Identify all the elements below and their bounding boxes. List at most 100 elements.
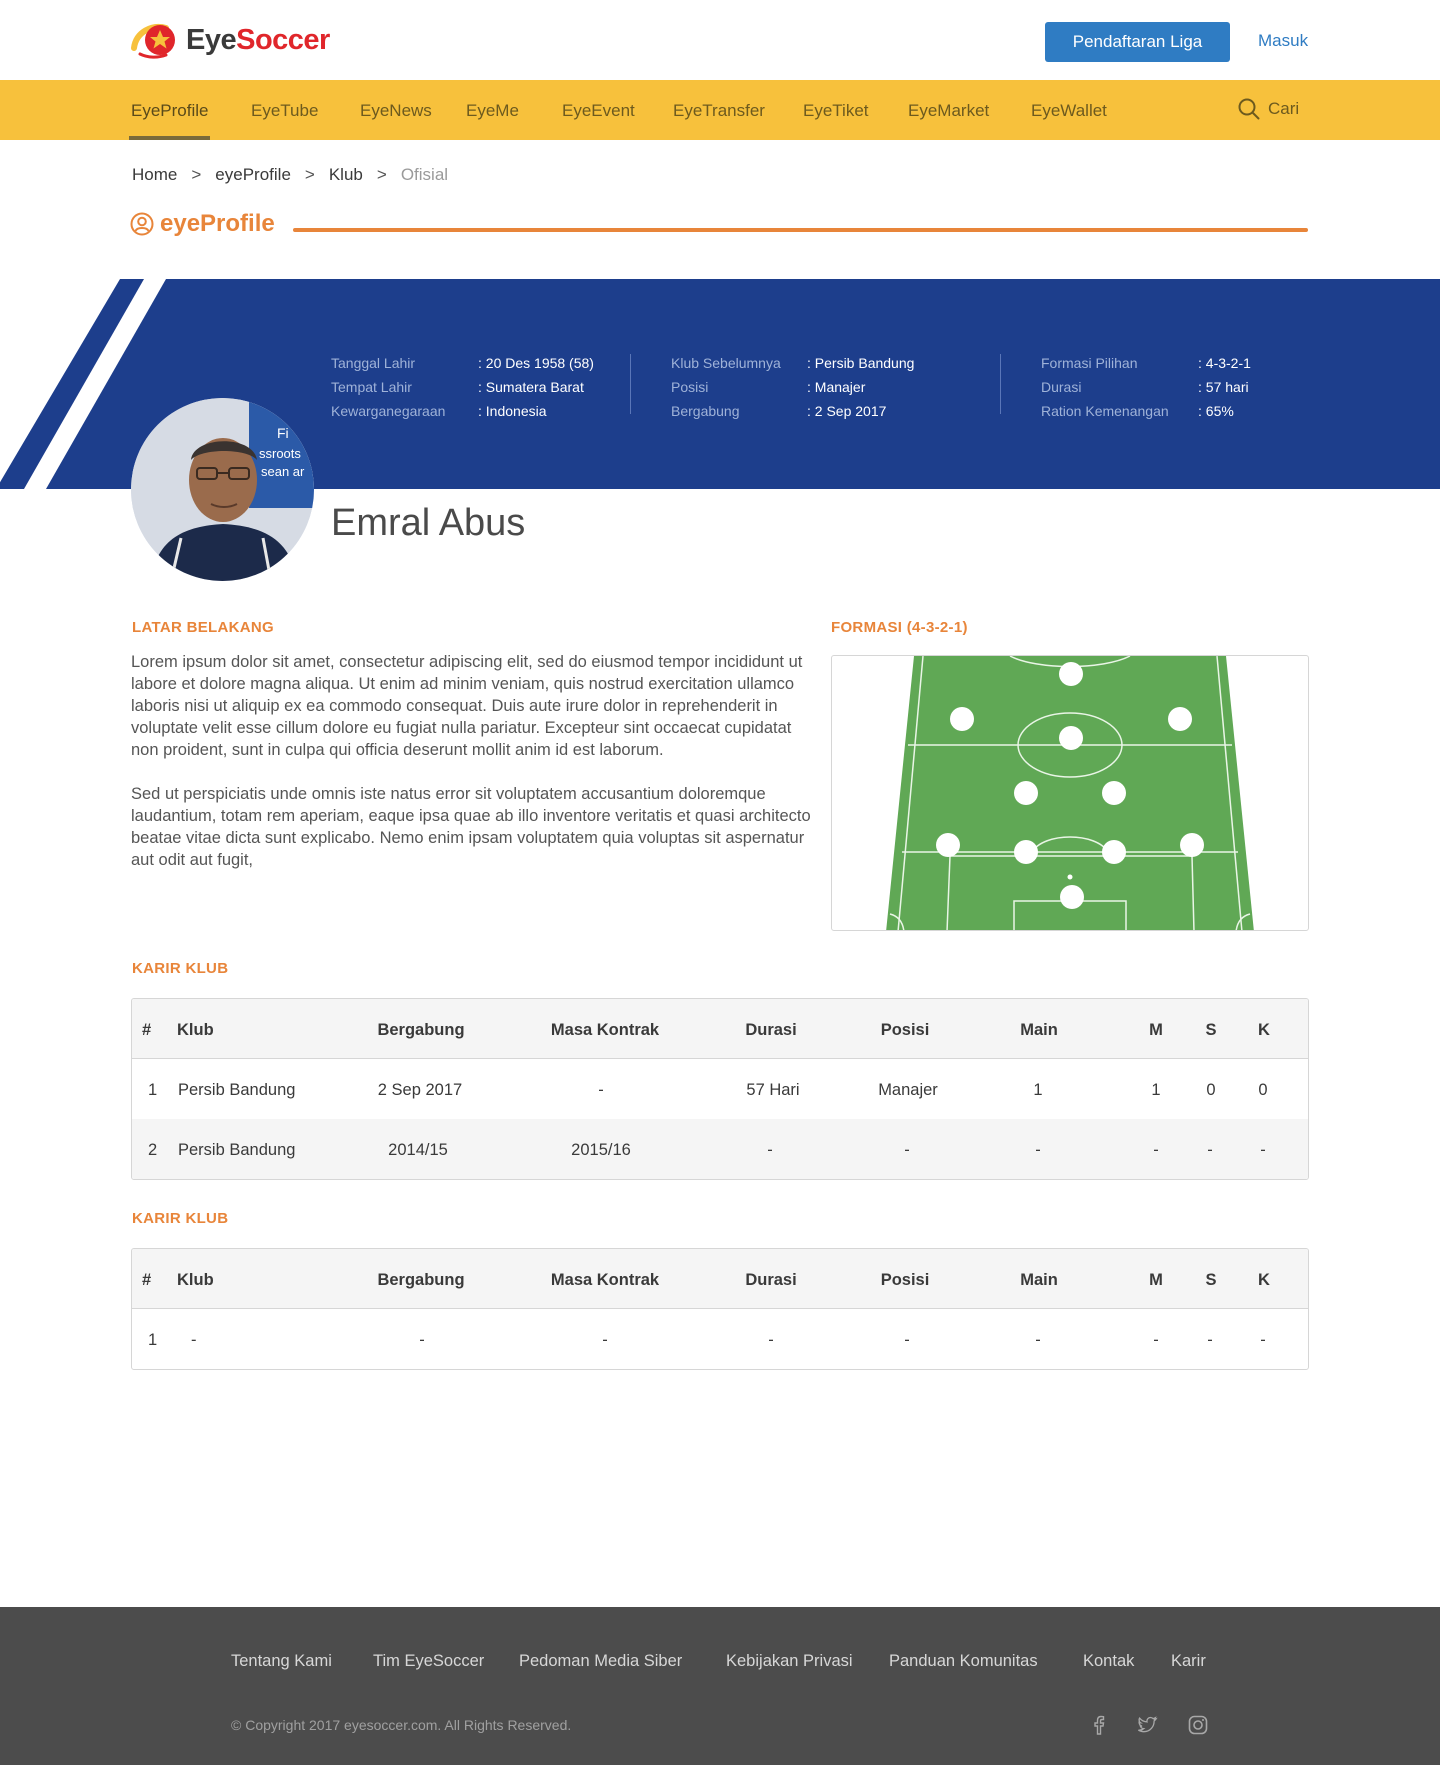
table-cell: - <box>768 1331 774 1349</box>
info-label: Klub Sebelumnya <box>671 355 781 371</box>
player-marker <box>1059 662 1083 686</box>
table-cell: - <box>419 1331 425 1349</box>
table-cell: 1 <box>1033 1081 1043 1099</box>
breadcrumb-separator: > <box>304 165 315 184</box>
section-title-text: eyeProfile <box>160 210 275 237</box>
section-title-underline <box>293 228 1308 232</box>
info-label: Tanggal Lahir <box>331 355 416 371</box>
footer: Tentang Kami Tim EyeSoccer Pedoman Media… <box>0 1607 1440 1765</box>
search-icon <box>1238 98 1260 120</box>
column-header: K <box>1258 1021 1270 1039</box>
breadcrumb-home[interactable]: Home <box>132 165 177 185</box>
table-cell: 1 <box>1151 1081 1161 1099</box>
formation-heading: FORMASI (4-3-2-1) <box>831 619 968 636</box>
info-label: Ration Kemenangan <box>1041 403 1169 419</box>
table-cell: - <box>1153 1331 1159 1349</box>
nav-eyetransfer[interactable]: EyeTransfer <box>673 80 765 140</box>
nav-eyewallet[interactable]: EyeWallet <box>1031 80 1107 140</box>
table-cell: - <box>1260 1331 1266 1349</box>
main-navigation: EyeProfile EyeTube EyeNews EyeMe EyeEven… <box>0 80 1440 140</box>
footer-link-panduan-komunitas[interactable]: Panduan Komunitas <box>889 1652 1038 1671</box>
nav-eyeprofile[interactable]: EyeProfile <box>128 80 211 140</box>
section-title: eyeProfile <box>130 210 275 238</box>
column-header: Posisi <box>880 1021 930 1039</box>
info-value: : 4-3-2-1 <box>1198 355 1251 371</box>
column-header: Klub <box>177 1021 214 1039</box>
nav-eyeevent[interactable]: EyeEvent <box>562 80 635 140</box>
column-header: Masa Kontrak <box>550 1021 660 1039</box>
table-cell: 0 <box>1258 1081 1268 1099</box>
background-paragraph: Sed ut perspiciatis unde omnis iste natu… <box>131 785 811 869</box>
footer-link-pedoman-media-siber[interactable]: Pedoman Media Siber <box>519 1652 682 1671</box>
info-row: Kewarganegaraan : Indonesia <box>331 399 594 423</box>
footer-link-tentang-kami[interactable]: Tentang Kami <box>231 1652 332 1671</box>
instagram-icon[interactable] <box>1186 1713 1210 1737</box>
table-row: 2 Persib Bandung 2014/15 2015/16 - - - -… <box>132 1119 1308 1179</box>
breadcrumb-klub[interactable]: Klub <box>329 165 363 185</box>
info-row: Ration Kemenangan : 65% <box>1041 399 1251 423</box>
nav-eyemarket[interactable]: EyeMarket <box>908 80 989 140</box>
league-registration-button[interactable]: Pendaftaran Liga <box>1045 22 1230 62</box>
search-label: Cari <box>1268 99 1300 118</box>
formation-pitch <box>831 655 1309 931</box>
login-link[interactable]: Masuk <box>1258 31 1308 51</box>
breadcrumb-eyeprofile[interactable]: eyeProfile <box>215 165 291 185</box>
info-value: : 20 Des 1958 (58) <box>478 355 594 371</box>
column-header: Bergabung <box>377 1271 465 1289</box>
table-cell: - <box>904 1331 910 1349</box>
top-header: EyeSoccer Pendaftaran Liga Masuk <box>0 0 1440 80</box>
footer-link-karir[interactable]: Karir <box>1171 1652 1206 1671</box>
table-cell: - <box>1035 1141 1041 1159</box>
footer-link-kontak[interactable]: Kontak <box>1083 1652 1134 1671</box>
career-heading: KARIR KLUB <box>132 1210 229 1227</box>
user-circle-icon <box>130 212 154 236</box>
column-header: S <box>1205 1271 1217 1289</box>
table-cell: 2015/16 <box>571 1141 631 1159</box>
info-divider <box>630 354 631 414</box>
info-value: : 2 Sep 2017 <box>807 403 887 419</box>
table-header-row: # Klub Bergabung Masa Kontrak Durasi Pos… <box>132 1249 1308 1309</box>
table-cell: - <box>602 1331 608 1349</box>
table-cell: 1 <box>148 1331 158 1349</box>
breadcrumb-separator: > <box>191 165 202 184</box>
footer-link-tim-eyesoccer[interactable]: Tim EyeSoccer <box>373 1652 484 1671</box>
nav-eyenews[interactable]: EyeNews <box>360 80 432 140</box>
table-cell: - <box>767 1141 773 1159</box>
table-cell: - <box>1153 1141 1159 1159</box>
soccer-ball-logo-icon <box>130 18 184 62</box>
column-header: Main <box>1020 1021 1058 1039</box>
table-cell: - <box>904 1141 910 1159</box>
nav-eyetube[interactable]: EyeTube <box>251 80 318 140</box>
info-row: Tempat Lahir: Sumatera Barat <box>331 375 594 399</box>
info-row: Durasi: 57 hari <box>1041 375 1251 399</box>
info-label: Formasi Pilihan <box>1041 355 1138 371</box>
goalkeeper-marker <box>1060 885 1084 909</box>
column-header: Klub <box>177 1271 214 1289</box>
footer-link-kebijakan-privasi[interactable]: Kebijakan Privasi <box>726 1652 853 1671</box>
info-value: : Manajer <box>807 379 866 395</box>
info-value: : 65% <box>1198 403 1234 419</box>
nav-eyeme[interactable]: EyeMe <box>466 80 519 140</box>
eyesoccer-logo[interactable]: EyeSoccer <box>130 18 330 62</box>
player-marker <box>1014 781 1038 805</box>
column-header: Posisi <box>880 1271 930 1289</box>
nav-eyetiket[interactable]: EyeTiket <box>803 80 869 140</box>
table-cell: - <box>598 1081 604 1099</box>
table-cell: - <box>1035 1331 1041 1349</box>
info-row: Bergabung : 2 Sep 2017 <box>671 399 914 423</box>
table-cell: 2 <box>148 1141 158 1159</box>
twitter-icon[interactable] <box>1135 1713 1159 1737</box>
info-label: Bergabung <box>671 403 740 419</box>
table-cell: Persib Bandung <box>178 1081 296 1099</box>
info-value: : 57 hari <box>1198 379 1249 395</box>
info-value: : Indonesia <box>478 403 547 419</box>
logo-wordmark: EyeSoccer <box>186 23 330 56</box>
search-button[interactable]: Cari <box>1238 98 1299 120</box>
facebook-icon[interactable] <box>1087 1713 1111 1737</box>
photo-banner-text: Fi <box>277 425 289 441</box>
table-cell: 2 Sep 2017 <box>377 1081 463 1099</box>
table-header-row: # Klub Bergabung Masa Kontrak Durasi Pos… <box>132 999 1308 1059</box>
info-label: Tempat Lahir <box>331 379 412 395</box>
info-label: Kewarganegaraan <box>331 403 446 419</box>
table-cell: - <box>1207 1331 1213 1349</box>
